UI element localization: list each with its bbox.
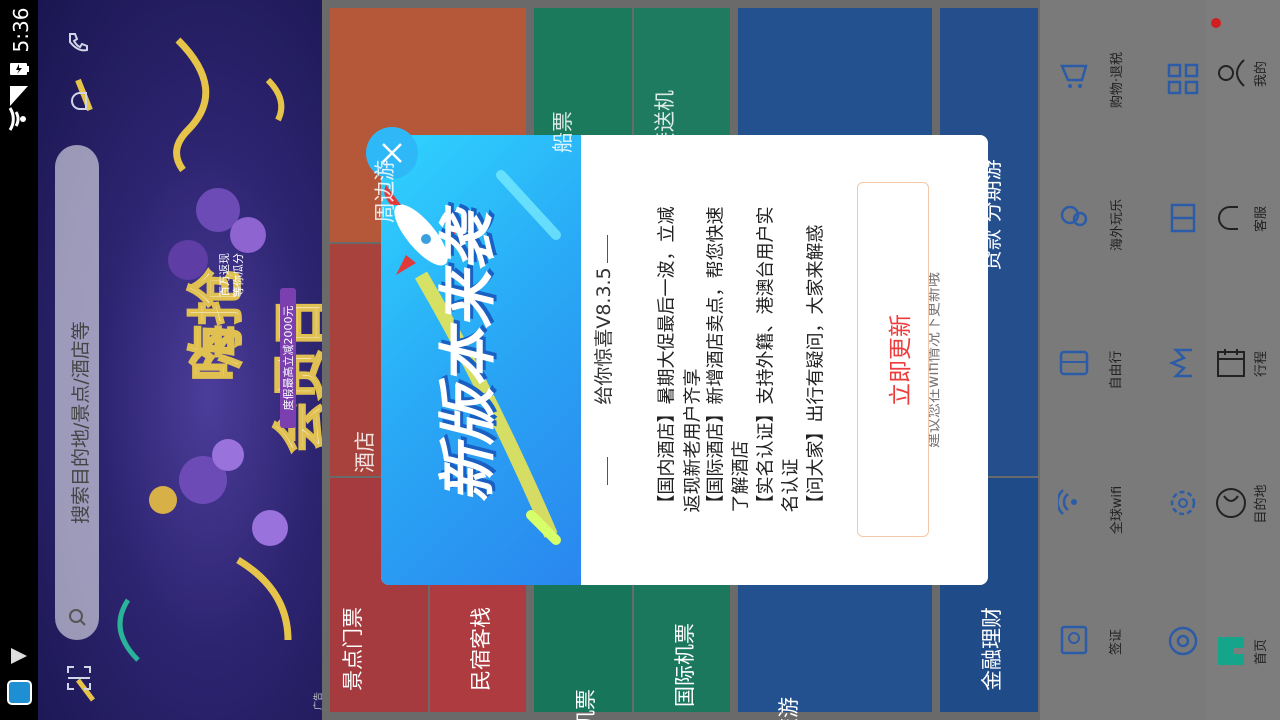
dialog-line: 【国内酒店】暑期大促最后一波，立减 bbox=[656, 206, 678, 513]
app-notification-icon bbox=[7, 680, 32, 705]
nav-item-guide[interactable] bbox=[1150, 185, 1210, 265]
balloon-icon bbox=[1060, 205, 1088, 227]
tile-label: 民宿客栈 bbox=[469, 607, 493, 691]
tab-destination[interactable]: 目的地 bbox=[1212, 470, 1278, 550]
tile-label-hotel: 酒店 bbox=[353, 431, 377, 473]
tile-label: 国际机票 bbox=[673, 623, 697, 707]
tab-support[interactable]: 客服 bbox=[1212, 185, 1278, 265]
tile-label-ship: 船票 bbox=[551, 111, 575, 153]
dialog-art-title: 新版本来袭 bbox=[434, 213, 502, 504]
dialog-line: 名认证 bbox=[780, 458, 802, 513]
calendar-icon bbox=[1217, 349, 1245, 377]
tile-label-zhoubian: 周边游 bbox=[373, 160, 397, 223]
tab-itinerary[interactable]: 行程 bbox=[1212, 330, 1278, 410]
tile-label-transfer: 接送机 bbox=[653, 90, 677, 153]
globe-icon bbox=[1216, 488, 1246, 518]
bottom-nav: 签证 全球wifi 自由行 海外玩乐 购物·退税 首页 目的地 行程 客服 我的 bbox=[1040, 0, 1280, 720]
battery-icon bbox=[10, 63, 29, 75]
compass-icon bbox=[1168, 626, 1198, 656]
nav-item-overseas[interactable]: 海外玩乐 bbox=[1050, 185, 1130, 265]
dialog-line: 【问大家】出行有疑问，大家来解惑 bbox=[805, 224, 827, 513]
tab-label: 我的 bbox=[1254, 61, 1269, 88]
gear-icon bbox=[1170, 490, 1196, 516]
wifi-status-icon bbox=[8, 107, 26, 131]
nav-label: 全球wifi bbox=[1110, 485, 1125, 535]
search-placeholder: 搜索目的地/景点/酒店等 bbox=[70, 321, 92, 524]
headset-icon bbox=[1218, 206, 1238, 230]
nav-item-shopping[interactable]: 购物·退税 bbox=[1050, 40, 1130, 120]
status-time: 5:36 bbox=[9, 7, 33, 53]
nav-item-tour2[interactable] bbox=[1150, 610, 1210, 680]
update-button-label: 立即更新 bbox=[888, 314, 914, 406]
cart-icon bbox=[1060, 64, 1088, 88]
notification-icon bbox=[11, 648, 27, 664]
promo-sub3: 度假最高立减2000元 bbox=[280, 288, 296, 428]
nav-item-grid[interactable] bbox=[1150, 40, 1210, 120]
search-input[interactable]: 搜索目的地/景点/酒店等 bbox=[55, 145, 99, 640]
tab-mine[interactable]: 我的 bbox=[1212, 40, 1278, 120]
tile-label: 旅游 bbox=[777, 697, 801, 720]
user-icon bbox=[1218, 59, 1245, 87]
nav-label: 购物·退税 bbox=[1110, 51, 1125, 109]
scan-icon[interactable] bbox=[66, 665, 92, 691]
nav-label: 自由行 bbox=[1109, 350, 1124, 390]
tile-label: 景点门票 bbox=[341, 607, 365, 691]
status-bar: 5:36 bbox=[0, 0, 38, 720]
dialog-illustration: 新版本来袭 bbox=[381, 135, 581, 585]
dialog-line: 【实名认证】支持外籍、港澳台用户实 bbox=[755, 206, 777, 513]
wifi-icon bbox=[1058, 489, 1077, 515]
tab-label: 目的地 bbox=[1254, 484, 1269, 524]
bag-icon bbox=[1059, 350, 1089, 376]
tab-label: 行程 bbox=[1254, 351, 1269, 378]
apps-icon bbox=[1167, 63, 1199, 95]
promo-sub1: 百万返现 bbox=[218, 253, 231, 297]
nav-item-crown[interactable] bbox=[1150, 330, 1210, 410]
passport-icon bbox=[1060, 625, 1088, 655]
ad-tag: 广告 bbox=[314, 692, 322, 711]
book-icon bbox=[1170, 203, 1196, 233]
heading-rule-bottom bbox=[607, 457, 608, 485]
heading-rule-top bbox=[607, 235, 608, 263]
unread-dot bbox=[1211, 18, 1221, 28]
tab-home[interactable]: 首页 bbox=[1212, 620, 1278, 700]
nav-label: 海外玩乐 bbox=[1110, 199, 1125, 252]
tile-label: 机票 bbox=[574, 689, 598, 720]
nav-item-service[interactable] bbox=[1150, 470, 1210, 550]
dialog-line: 【国际酒店】新增酒店卖点，帮您快速 bbox=[705, 206, 727, 513]
nav-item-wifi[interactable]: 全球wifi bbox=[1050, 470, 1130, 550]
crown-icon bbox=[1168, 348, 1192, 378]
promo-sub2: 等你瓜分 bbox=[232, 253, 245, 297]
search-icon bbox=[69, 609, 86, 626]
tile-label: 金融理财 bbox=[980, 607, 1004, 691]
nav-label: 签证 bbox=[1109, 629, 1124, 656]
nav-item-visa[interactable]: 签证 bbox=[1050, 610, 1130, 680]
update-now-button[interactable]: 立即更新 bbox=[857, 182, 929, 537]
dialog-line: 返现新老用户齐享 bbox=[682, 368, 704, 513]
bell-icon[interactable] bbox=[66, 88, 92, 114]
tab-label: 首页 bbox=[1254, 639, 1269, 666]
dialog-line: 了解酒店 bbox=[730, 440, 752, 513]
home-icon bbox=[1218, 637, 1244, 665]
tab-label: 客服 bbox=[1254, 206, 1269, 233]
phone-icon[interactable] bbox=[64, 28, 92, 56]
nav-item-freetrip[interactable]: 自由行 bbox=[1050, 330, 1130, 410]
